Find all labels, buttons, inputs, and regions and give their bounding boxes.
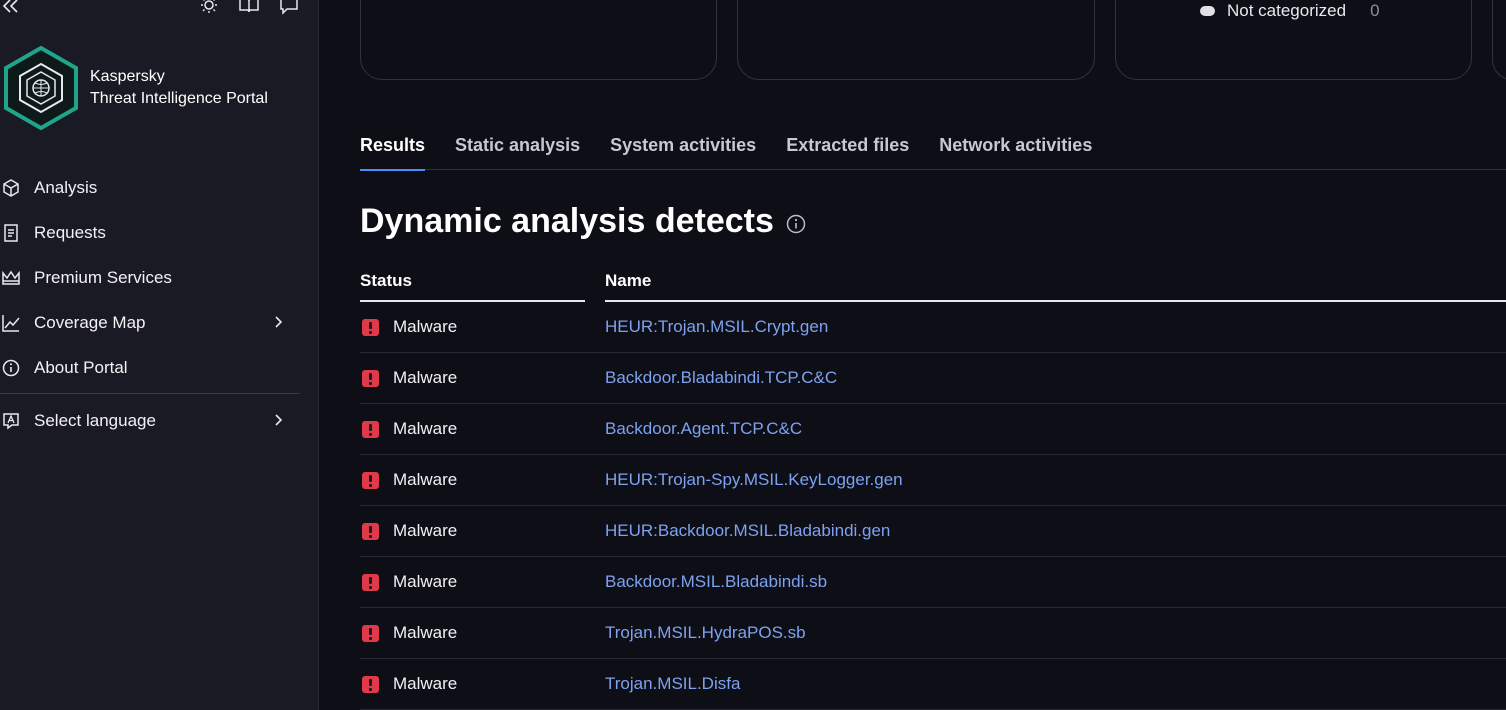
table-row: Malware Backdoor.MSIL.Bladabindi.sb [360,557,1506,608]
detect-name-link[interactable]: Backdoor.Bladabindi.TCP.C&C [605,368,837,388]
info-icon [0,357,22,379]
malware-alert-icon [362,420,379,438]
malware-alert-icon [362,573,379,591]
language-icon [0,410,22,432]
sidebar-item-label: Premium Services [34,267,172,287]
status-cell: Malware [360,674,605,694]
status-cell: Malware [360,419,605,439]
tab-results[interactable]: Results [360,131,426,171]
sidebar-item-label: Analysis [34,177,98,197]
table-row: Malware Backdoor.Bladabindi.TCP.C&C [360,353,1506,404]
brand-line-2: Threat Intelligence Portal [90,90,268,107]
status-cell: Malware [360,572,605,592]
table-row: Malware Trojan.MSIL.Disfa [360,659,1506,710]
sidebar-item-requests[interactable]: Requests [0,210,300,255]
detect-name-link[interactable]: Backdoor.Agent.TCP.C&C [605,419,802,439]
legend-label: Not categorized [1227,1,1347,20]
chat-icon[interactable] [278,0,300,17]
sidebar-item-label: Coverage Map [34,312,146,332]
sidebar: Kaspersky Threat Intelligence Portal Ana… [0,0,319,710]
tab-extracted-files[interactable]: Extracted files [786,131,909,170]
tab-system-activities[interactable]: System activities [610,131,756,170]
chevron-right-icon [275,316,283,328]
malware-alert-icon [362,369,379,387]
cube-icon [0,177,22,199]
malware-alert-icon [362,624,379,642]
detect-name-link[interactable]: HEUR:Trojan-Spy.MSIL.KeyLogger.gen [605,470,903,490]
sidebar-item-premium-services[interactable]: Premium Services [0,255,300,300]
tab-network-activities[interactable]: Network activities [939,131,1092,170]
chevron-right-icon [275,414,283,426]
document-icon [0,222,22,244]
detect-name-link[interactable]: Trojan.MSIL.HydraPOS.sb [605,623,806,643]
sidebar-item-coverage-map[interactable]: Coverage Map [0,300,300,345]
detect-name-link[interactable]: Backdoor.MSIL.Bladabindi.sb [605,572,827,592]
table-header: Status Name [360,262,1506,302]
status-text: Malware [393,521,458,540]
sidebar-toolbar [0,0,319,18]
status-text: Malware [393,674,458,693]
sidebar-item-analysis[interactable]: Analysis [0,165,300,210]
analysis-tabs: Results Static analysis System activitie… [360,131,1506,171]
table-row: Malware Backdoor.Agent.TCP.C&C [360,404,1506,455]
sidebar-item-label: Requests [34,222,106,242]
legend-count: 0 [1370,1,1380,20]
summary-card: Not categorized 0 [1115,0,1472,80]
malware-alert-icon [362,318,379,336]
sidebar-item-label: About Portal [34,357,128,377]
status-cell: Malware [360,521,605,541]
legend-marker [1200,6,1215,16]
detect-name-link[interactable]: Trojan.MSIL.Disfa [605,674,740,694]
sidebar-nav: Analysis Requests Premium Services Cover… [0,165,300,443]
status-cell: Malware [360,317,605,337]
malware-alert-icon [362,675,379,693]
summary-card [737,0,1095,80]
status-cell: Malware [360,368,605,388]
status-text: Malware [393,572,458,591]
detect-name-link[interactable]: HEUR:Backdoor.MSIL.Bladabindi.gen [605,521,890,541]
theme-sun-icon[interactable] [198,0,220,17]
status-cell: Malware [360,623,605,643]
legend-item: Not categorized 0 [1200,1,1380,21]
summary-card [360,0,717,80]
summary-card [1492,0,1506,80]
column-header-status[interactable]: Status [360,262,585,302]
table-row: Malware HEUR:Trojan-Spy.MSIL.KeyLogger.g… [360,455,1506,506]
main-content: Not categorized 0 Results Static analysi… [320,0,1506,710]
column-header-name[interactable]: Name [605,262,1506,302]
sidebar-item-label: Select language [34,410,156,430]
status-text: Malware [393,470,458,489]
brand-line-1: Kaspersky [90,68,165,85]
crown-icon [0,267,22,289]
status-text: Malware [393,368,458,387]
section-heading: Dynamic analysis detects [360,202,806,241]
detects-table: Status Name Malware HEUR:Trojan.MSIL.Cry… [360,262,1506,710]
status-text: Malware [393,623,458,642]
table-row: Malware Trojan.MSIL.HydraPOS.sb [360,608,1506,659]
collapse-sidebar-icon[interactable] [0,0,22,15]
chart-line-icon [0,312,22,334]
malware-alert-icon [362,522,379,540]
section-title: Dynamic analysis detects [360,202,774,240]
table-row: Malware HEUR:Trojan.MSIL.Crypt.gen [360,302,1506,353]
info-icon[interactable] [786,214,806,234]
sidebar-item-select-language[interactable]: Select language [0,398,300,443]
detect-name-link[interactable]: HEUR:Trojan.MSIL.Crypt.gen [605,317,828,337]
kaspersky-logo[interactable] [2,46,80,130]
status-text: Malware [393,419,458,438]
book-icon[interactable] [238,0,260,17]
status-text: Malware [393,317,458,336]
sidebar-divider [0,393,300,394]
tab-static-analysis[interactable]: Static analysis [455,131,580,170]
brand-name[interactable]: Kaspersky Threat Intelligence Portal [90,66,268,110]
malware-alert-icon [362,471,379,489]
sidebar-item-about-portal[interactable]: About Portal [0,345,300,390]
table-row: Malware HEUR:Backdoor.MSIL.Bladabindi.ge… [360,506,1506,557]
status-cell: Malware [360,470,605,490]
